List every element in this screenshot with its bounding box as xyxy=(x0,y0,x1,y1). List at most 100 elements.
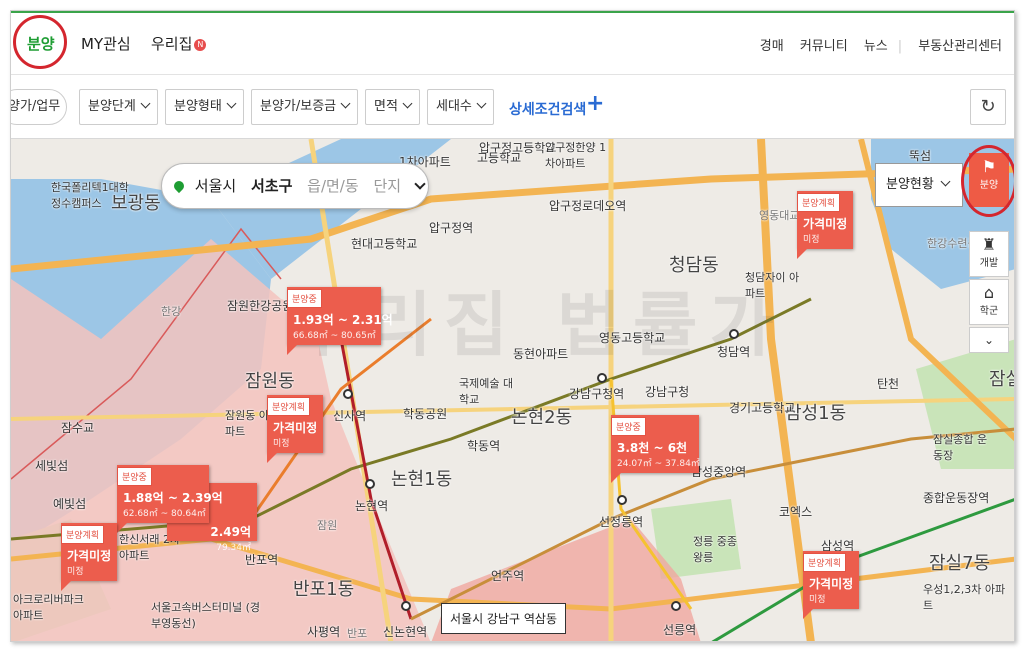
map-label-district: 잠실7동 xyxy=(929,553,991,574)
listing-area: 미정 xyxy=(809,595,826,605)
station-marker[interactable] xyxy=(365,479,375,489)
map-label-place: 선정릉역 xyxy=(599,515,644,529)
filter-bar: 양가/업무 분양단계 분양형태 분양가/보증금 면적 세대수 상세조건검색 + … xyxy=(11,75,1014,139)
map-label-place: 경기고등학교 xyxy=(729,401,796,415)
map-label-place: 잠원한강공원 xyxy=(227,299,294,313)
map-label-place: 청담역 xyxy=(717,345,751,359)
marker-tail xyxy=(287,345,297,355)
advanced-search-link[interactable]: 상세조건검색 xyxy=(509,99,586,119)
map-label-place: 정릉 중종왕릉 xyxy=(693,535,737,564)
filter-households[interactable]: 세대수 xyxy=(427,89,494,125)
map-label-place: 언주역 xyxy=(491,569,525,583)
filter-stage[interactable]: 분양단계 xyxy=(79,89,158,125)
new-badge: N xyxy=(194,39,207,51)
listing-status-badge: 분양계획 xyxy=(267,397,311,416)
side-tools-expand-button[interactable]: ⌄ xyxy=(969,327,1009,353)
listing-price: 가격미정 xyxy=(67,549,112,563)
map-label-place: 강남구청역 xyxy=(569,387,625,401)
map-canvas[interactable]: 우리집 법률가 보광동 잠원동 논현1동 논현2동 청담동 삼성1동 반포1동 … xyxy=(11,139,1014,641)
map-label-place: 종합운동장역 xyxy=(923,491,990,505)
chevron-down-icon xyxy=(414,178,426,190)
filter-type[interactable]: 분양형태 xyxy=(165,89,244,125)
right-nav: 경매 커뮤니티 뉴스 | 부동산관리센터 xyxy=(748,35,1002,54)
marker-tail xyxy=(117,523,127,533)
plus-icon[interactable]: + xyxy=(586,91,604,116)
map-label-place: 신사역 xyxy=(333,409,367,423)
region-search-box[interactable]: 서울시 서초구 읍/면/동 단지 xyxy=(161,163,429,209)
map-label-place: 강남구청 xyxy=(645,385,690,399)
tab-our-home-label: 우리집 xyxy=(151,35,193,53)
map-label-place: 동현아파트 xyxy=(513,347,569,361)
station-marker[interactable] xyxy=(671,601,681,611)
filter-price-business[interactable]: 양가/업무 xyxy=(10,89,67,125)
station-marker[interactable] xyxy=(597,373,607,383)
map-label-place: 잠원 xyxy=(317,519,338,532)
map-label-place: 국제예술 대학교 xyxy=(459,377,514,406)
map-label-place: 압구정로데오역 xyxy=(549,199,627,213)
listing-marker[interactable]: 분양중 1.93억 ~ 2.31억 66.68㎡ ~ 80.65㎡ xyxy=(287,287,393,355)
listing-price: 가격미정 xyxy=(803,217,848,231)
location-pin-icon xyxy=(171,178,187,194)
map-label-place: 신논현역 xyxy=(383,625,428,639)
nav-link-auction[interactable]: 경매 xyxy=(760,39,784,54)
map-label-district: 잠실 xyxy=(989,369,1014,390)
tower-icon: ♜ xyxy=(981,235,997,254)
map-label-district: 논현1동 xyxy=(391,469,453,490)
filter-households-label: 세대수 xyxy=(436,99,472,114)
nav-link-community[interactable]: 커뮤니티 xyxy=(800,39,848,54)
map-label-district: 논현2동 xyxy=(511,407,573,428)
filter-type-label: 분양형태 xyxy=(174,99,222,114)
map-label-place: 압구정한양 1차아파트 xyxy=(545,141,607,170)
map-label-place: 한국폴리텍1대학 정수캠퍼스 xyxy=(51,181,129,210)
nav-link-news[interactable]: 뉴스 xyxy=(864,39,888,54)
listing-area: 79.34㎡ xyxy=(216,543,251,553)
chevron-down-icon xyxy=(402,98,413,109)
marker-tail xyxy=(797,249,807,259)
chevron-down-icon: ⌄ xyxy=(983,333,995,347)
listing-area: 미정 xyxy=(273,439,290,449)
map-label-district: 반포1동 xyxy=(293,579,355,600)
station-marker[interactable] xyxy=(729,329,739,339)
listing-marker[interactable]: 분양계획 가격미정 미정 xyxy=(267,395,323,463)
status-select-label: 분양현황 xyxy=(886,177,934,192)
map-label-place: 영동대교 xyxy=(759,209,800,222)
listing-marker[interactable]: 분양중 3.8천 ~ 6천 24.07㎡ ~ 37.84㎡ xyxy=(611,415,700,483)
side-tool-school[interactable]: ⌂ 학군 xyxy=(969,279,1009,325)
station-marker[interactable] xyxy=(617,495,627,505)
filter-price-label: 분양가/보증금 xyxy=(260,99,337,114)
filter-area-label: 면적 xyxy=(374,99,398,114)
danji-select[interactable]: 단지 xyxy=(373,177,401,195)
nav-link-realestate-center[interactable]: 부동산관리센터 xyxy=(918,39,1002,54)
side-tool-school-label: 학군 xyxy=(979,306,999,317)
filter-price-business-label: 양가/업무 xyxy=(10,99,61,114)
school-icon: ⌂ xyxy=(983,283,995,302)
filter-price[interactable]: 분양가/보증금 xyxy=(251,89,359,125)
chevron-down-icon xyxy=(340,98,351,109)
listing-marker[interactable]: 분양계획 가격미정 미정 xyxy=(803,551,859,619)
station-marker[interactable] xyxy=(401,601,411,611)
listing-marker[interactable]: 분양계획 가격미정 미정 xyxy=(797,191,853,259)
tab-our-home[interactable]: 우리집 N xyxy=(151,33,207,54)
refresh-button[interactable]: ↻ xyxy=(970,89,1006,125)
marker-tail xyxy=(61,581,71,591)
dong-select[interactable]: 읍/면/동 xyxy=(307,177,359,195)
map-label-place: 세빛섬 xyxy=(35,459,69,473)
tab-my-interest[interactable]: MY관심 xyxy=(81,33,131,54)
filter-area[interactable]: 면적 xyxy=(365,89,420,125)
station-marker[interactable] xyxy=(343,389,353,399)
listing-marker[interactable]: 분양계획 가격미정 미정 xyxy=(61,523,117,591)
sido-select[interactable]: 서울시 xyxy=(195,177,236,195)
refresh-icon: ↻ xyxy=(980,96,996,117)
listing-marker[interactable]: 분양중 1.88억 ~ 2.39억 62.68㎡ ~ 80.64㎡ xyxy=(117,465,223,533)
map-label-place: 영동고등학교 xyxy=(599,331,666,345)
map-label-place: 예빛섬 xyxy=(53,497,87,511)
listing-status-badge: 분양중 xyxy=(117,467,152,486)
listing-status-badge: 분양계획 xyxy=(61,525,105,544)
side-tool-development[interactable]: ♜ 개발 xyxy=(969,231,1009,277)
gu-select[interactable]: 서초구 xyxy=(251,177,292,195)
side-tool-development-label: 개발 xyxy=(979,258,999,269)
marker-tail xyxy=(267,453,277,463)
listing-price: 2.49억 xyxy=(210,525,251,539)
status-select[interactable]: 분양현황 xyxy=(875,163,963,207)
listing-price: 1.93억 ~ 2.31억 xyxy=(293,313,393,327)
